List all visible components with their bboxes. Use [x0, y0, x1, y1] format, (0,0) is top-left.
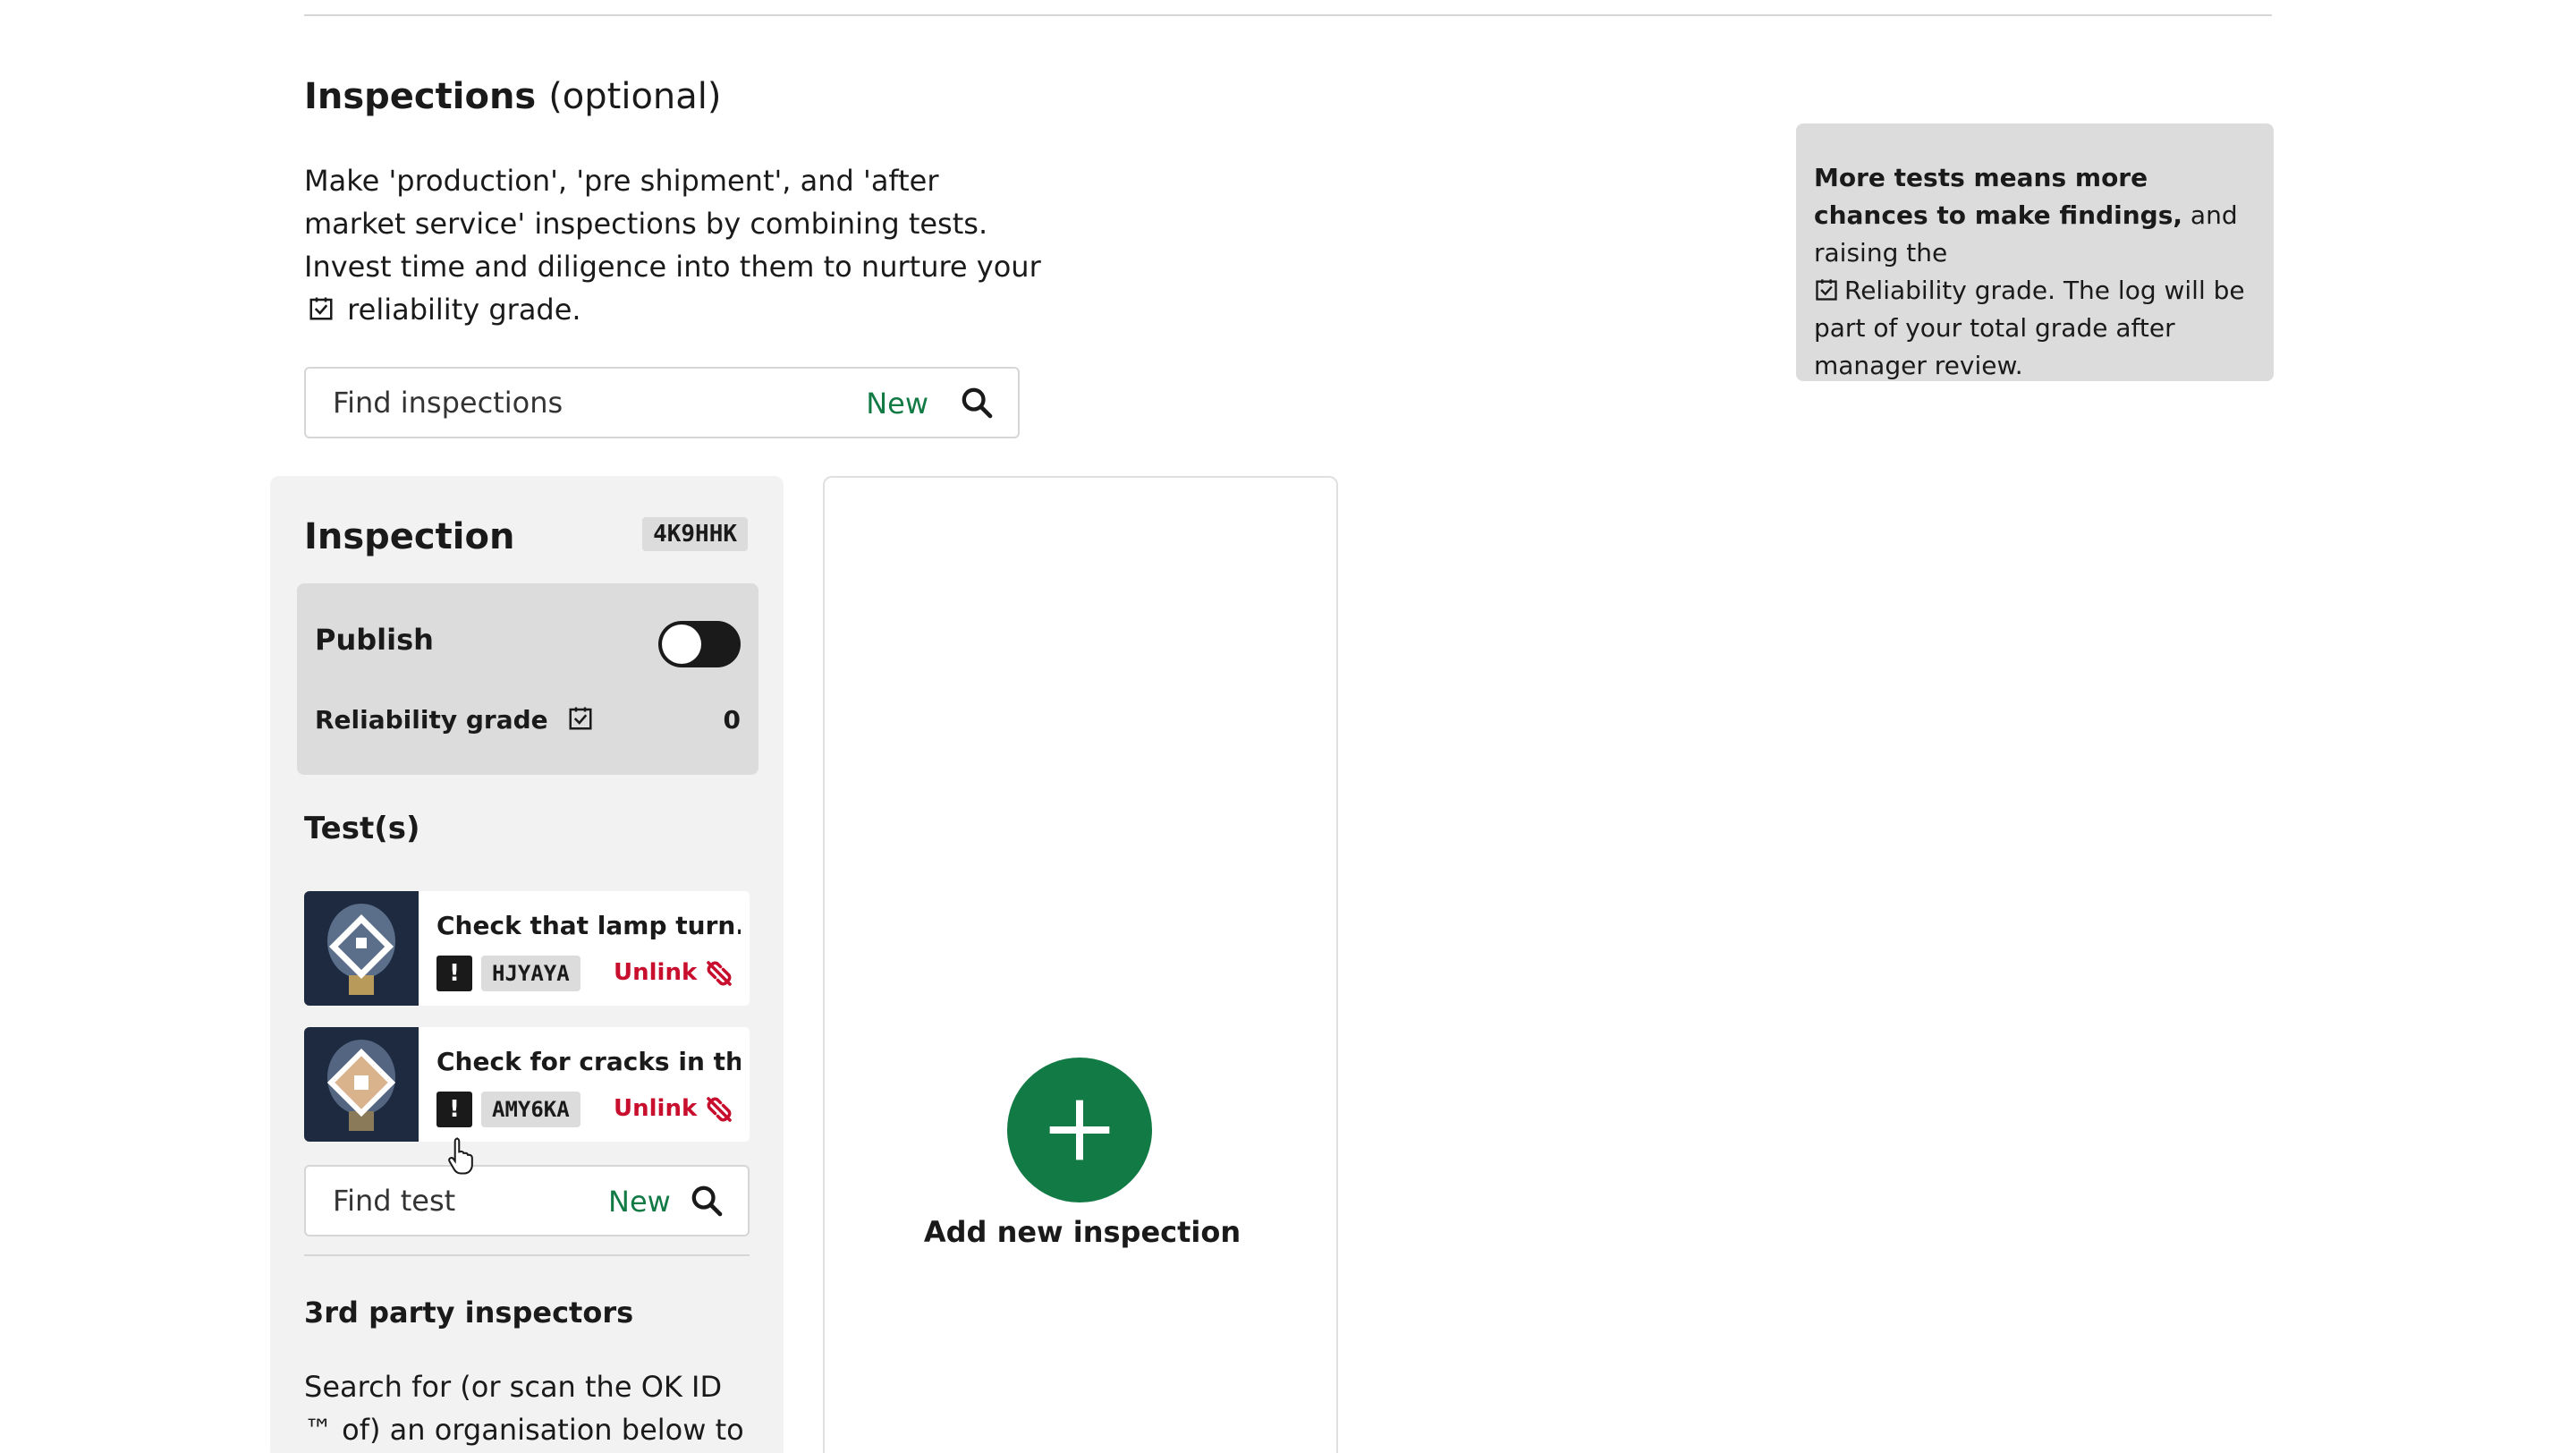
unlink-button[interactable]: Unlink	[614, 959, 697, 986]
test-title[interactable]: Check for cracks in th...	[436, 1047, 741, 1076]
tests-heading: Test(s)	[304, 811, 420, 846]
unlink-icon[interactable]	[703, 1093, 735, 1126]
warning-icon: !	[436, 1092, 472, 1127]
section-title: Inspections (optional)	[304, 73, 722, 120]
test-item[interactable]: Check for cracks in th... ! AMY6KA Unlin…	[304, 1027, 750, 1142]
warning-icon: !	[436, 956, 472, 991]
search-icon[interactable]	[959, 385, 995, 421]
publish-label: Publish	[315, 623, 434, 657]
test-code-badge: AMY6KA	[481, 1092, 580, 1127]
toggle-knob	[662, 625, 701, 664]
inspection-search-input[interactable]	[333, 385, 834, 421]
inspection-title: Inspection	[304, 516, 515, 557]
inspection-code-badge: 4K9HHK	[642, 517, 748, 551]
reliability-grade-value: 0	[723, 705, 741, 735]
reliability-grade-label: Reliability grade	[315, 705, 594, 735]
third-party-heading: 3rd party inspectors	[304, 1296, 634, 1330]
intro-text-after: reliability grade.	[347, 293, 581, 327]
top-divider	[304, 14, 2272, 16]
add-inspection-button[interactable]	[1007, 1058, 1152, 1202]
hand-cursor-icon	[448, 1137, 473, 1175]
unlink-button[interactable]: Unlink	[614, 1095, 697, 1122]
test-code-badge: HJYAYA	[481, 956, 580, 991]
checkbox-grade-icon	[569, 707, 592, 730]
test-title[interactable]: Check that lamp turn...	[436, 911, 741, 940]
section-title-suffix: (optional)	[548, 76, 722, 117]
checkbox-grade-icon	[309, 297, 333, 320]
plus-icon	[1049, 1100, 1110, 1160]
checkbox-grade-icon	[1816, 279, 1837, 301]
inspection-search-bar: New	[304, 367, 1020, 438]
add-inspection-label[interactable]: Add new inspection	[825, 1215, 1340, 1249]
publish-panel: Publish Reliability grade 0	[297, 583, 758, 775]
find-test-input[interactable]	[333, 1183, 583, 1219]
tip-box: More tests means more chances to make fi…	[1796, 123, 2274, 381]
third-party-text: Search for (or scan the OK ID ™ of) an o…	[304, 1370, 744, 1447]
unlink-icon[interactable]	[703, 957, 735, 990]
tip-text-2: Reliability grade. The log will be part …	[1814, 276, 2245, 380]
lamp-thumbnail-icon	[304, 1027, 419, 1142]
lamp-thumbnail-icon	[304, 891, 419, 1006]
section-title-text: Inspections	[304, 76, 537, 117]
test-item[interactable]: Check that lamp turn... ! HJYAYA Unlink	[304, 891, 750, 1006]
new-inspection-link[interactable]: New	[866, 387, 928, 421]
find-test-bar: New	[304, 1165, 750, 1236]
new-test-link[interactable]: New	[608, 1185, 671, 1219]
add-inspection-card[interactable]: Add new inspection	[823, 476, 1338, 1453]
intro-text-before: Make 'production', 'pre shipment', and '…	[304, 164, 1041, 284]
inspection-card: Inspection 4K9HHK Publish Reliability gr…	[270, 476, 784, 1453]
card-divider	[304, 1254, 750, 1256]
reliability-grade-text: Reliability grade	[315, 705, 548, 735]
search-icon[interactable]	[689, 1183, 724, 1219]
publish-toggle[interactable]	[658, 621, 741, 667]
tip-bold-text: More tests means more chances to make fi…	[1814, 163, 2183, 230]
section-intro: Make 'production', 'pre shipment', and '…	[304, 159, 1046, 331]
